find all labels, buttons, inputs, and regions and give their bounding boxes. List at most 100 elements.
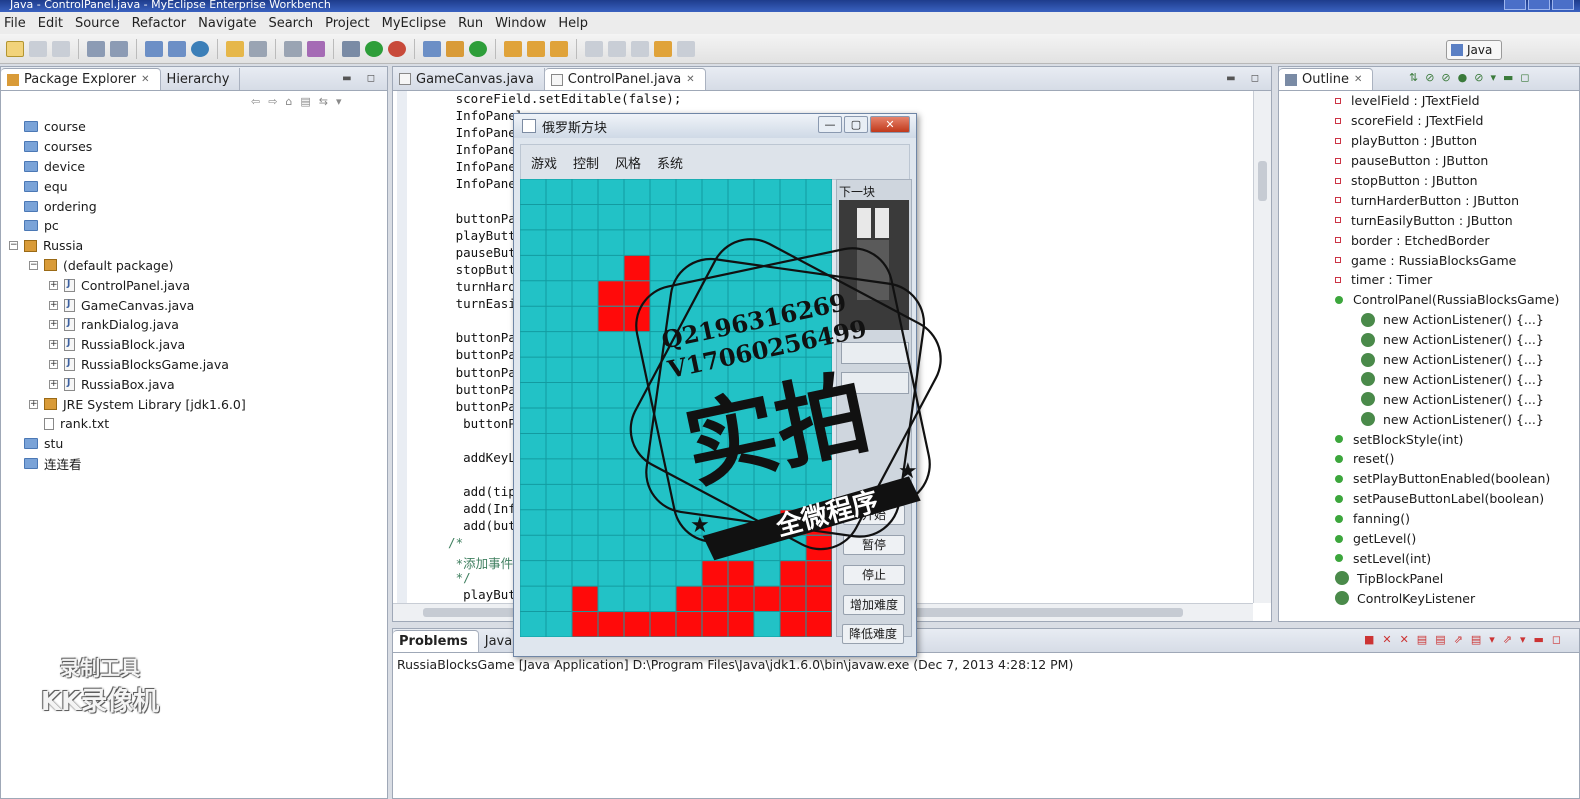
menu-item-run[interactable]: Run <box>454 16 491 31</box>
tetris-board[interactable] <box>519 178 833 638</box>
tab-hierarchy[interactable]: Hierarchy <box>161 68 241 90</box>
editor-vertical-scrollbar[interactable] <box>1253 91 1271 603</box>
console-toolbar[interactable]: ■✕✕▤▤⇗▤▾⇗▾▬◻ <box>1364 633 1569 646</box>
expand-toggle-icon[interactable]: + <box>49 379 58 389</box>
globe-icon[interactable] <box>191 40 209 57</box>
outline-item[interactable]: fanning() <box>1279 509 1579 529</box>
outline-item[interactable]: setPauseButtonLabel(boolean) <box>1279 489 1579 509</box>
tree-item[interactable]: device <box>1 157 387 177</box>
external-tools-icon[interactable] <box>284 40 302 57</box>
toggle-mark-icon[interactable] <box>585 40 603 57</box>
tree-item[interactable]: course <box>1 117 387 137</box>
menu-item-project[interactable]: Project <box>321 16 377 31</box>
previous-annotation-icon[interactable] <box>631 40 649 57</box>
print-icon[interactable] <box>249 40 267 57</box>
tree-item[interactable]: + rankDialog.java <box>1 315 387 335</box>
tetris-minimize-button[interactable]: — <box>818 116 842 133</box>
menu-item-myeclipse[interactable]: MyEclipse <box>378 16 455 31</box>
expand-toggle-icon[interactable]: + <box>49 320 58 330</box>
expand-toggle-icon[interactable]: + <box>49 340 58 350</box>
menu-item-file[interactable]: File <box>0 16 34 31</box>
easier-button-visible[interactable]: 降低难度 <box>842 624 904 644</box>
tree-item[interactable]: + RussiaBox.java <box>1 374 387 394</box>
outline-item[interactable]: levelField : JTextField <box>1279 91 1579 111</box>
tree-item[interactable]: rank.txt <box>1 414 387 434</box>
build-icon[interactable] <box>87 40 105 57</box>
outline-item[interactable]: new ActionListener() {...} <box>1279 369 1579 389</box>
settings-icon[interactable] <box>342 40 360 57</box>
outline-item[interactable]: border : EtchedBorder <box>1279 230 1579 250</box>
tree-item[interactable]: + JRE System Library [jdk1.6.0] <box>1 394 387 414</box>
outline-item[interactable]: new ActionListener() {...} <box>1279 350 1579 370</box>
new-java-project-icon[interactable] <box>423 40 441 57</box>
start-button[interactable]: 开始 <box>843 505 905 525</box>
tab-package-explorer[interactable]: Package Explorer ✕ <box>1 68 161 90</box>
outline-item[interactable]: setLevel(int) <box>1279 548 1579 568</box>
outline-item[interactable]: getLevel() <box>1279 529 1579 549</box>
tetris-window[interactable]: 俄罗斯方块 — ▢ ✕ 游戏 控制 风格 系统 下一块 开始 暂停 停止 增加难度 降… <box>513 113 917 657</box>
tetris-close-button[interactable]: ✕ <box>870 116 910 133</box>
tetris-menu-item[interactable]: 控制 <box>573 153 599 172</box>
tree-item[interactable]: + ControlPanel.java <box>1 275 387 295</box>
tab-gamecanvas[interactable]: GameCanvas.java <box>393 68 545 90</box>
menu-item-refactor[interactable]: Refactor <box>128 16 195 31</box>
next-annotation-icon[interactable] <box>608 40 626 57</box>
stop-button[interactable]: 停止 <box>843 565 905 585</box>
close-icon[interactable]: ✕ <box>141 74 149 85</box>
close-icon[interactable]: ✕ <box>1354 74 1362 85</box>
outline-item[interactable]: setPlayButtonEnabled(boolean) <box>1279 469 1579 489</box>
tab-problems[interactable]: Problems <box>393 630 479 652</box>
tetris-menu-item[interactable]: 游戏 <box>531 153 557 172</box>
menu-item-edit[interactable]: Edit <box>34 16 71 31</box>
view-controls[interactable]: ▬ ◻ <box>342 73 381 84</box>
java-perspective-button[interactable]: Java <box>1446 40 1502 60</box>
expand-toggle-icon[interactable]: + <box>49 280 58 290</box>
tree-item[interactable]: stu <box>1 434 387 454</box>
menu-item-window[interactable]: Window <box>491 16 554 31</box>
outline-item[interactable]: stopButton : JButton <box>1279 171 1579 191</box>
outline-item[interactable]: new ActionListener() {...} <box>1279 330 1579 350</box>
menu-item-search[interactable]: Search <box>264 16 321 31</box>
outline-item[interactable]: turnEasilyButton : JButton <box>1279 210 1579 230</box>
back-icon[interactable] <box>654 40 672 57</box>
tree-item[interactable]: courses <box>1 137 387 157</box>
outline-item[interactable]: pauseButton : JButton <box>1279 151 1579 171</box>
run-external-icon[interactable] <box>388 40 406 57</box>
debug-icon[interactable] <box>307 40 325 57</box>
tree-item[interactable]: + GameCanvas.java <box>1 295 387 315</box>
tree-item[interactable]: equ <box>1 176 387 196</box>
open-task-icon[interactable] <box>550 40 568 57</box>
run-icon[interactable] <box>365 40 383 57</box>
open-type-icon[interactable] <box>504 40 522 57</box>
open-folder-icon[interactable] <box>226 40 244 57</box>
save-icon[interactable] <box>29 40 47 57</box>
tree-item[interactable]: − (default package) <box>1 256 387 276</box>
outline-item[interactable]: game : RussiaBlocksGame <box>1279 250 1579 270</box>
menu-item-source[interactable]: Source <box>71 16 128 31</box>
new-class-icon[interactable] <box>469 40 487 57</box>
tab-controlpanel[interactable]: ControlPanel.java ✕ <box>544 68 706 90</box>
outline-item[interactable]: timer : Timer <box>1279 270 1579 290</box>
outline-item[interactable]: new ActionListener() {...} <box>1279 409 1579 429</box>
expand-toggle-icon[interactable]: − <box>9 241 18 251</box>
deploy-icon[interactable] <box>145 40 163 57</box>
forward-icon[interactable] <box>677 40 695 57</box>
outline-item[interactable]: setBlockStyle(int) <box>1279 429 1579 449</box>
expand-toggle-icon[interactable]: + <box>29 399 38 409</box>
tab-outline[interactable]: Outline ✕ <box>1279 68 1374 90</box>
menu-item-help[interactable]: Help <box>554 16 596 31</box>
expand-toggle-icon[interactable]: + <box>49 359 58 369</box>
harder-button[interactable]: 增加难度 <box>843 595 905 615</box>
outline-item[interactable]: turnHarderButton : JButton <box>1279 190 1579 210</box>
close-button[interactable] <box>1552 0 1574 10</box>
outline-item[interactable]: scoreField : JTextField <box>1279 111 1579 131</box>
outline-item[interactable]: ControlKeyListener <box>1279 588 1579 608</box>
pause-button[interactable]: 暂停 <box>843 535 905 555</box>
close-icon[interactable]: ✕ <box>686 74 694 85</box>
outline-item[interactable]: new ActionListener() {...} <box>1279 389 1579 409</box>
outline-item[interactable]: ControlPanel(RussiaBlocksGame) <box>1279 290 1579 310</box>
server-icon[interactable] <box>110 40 128 57</box>
new-package-icon[interactable] <box>446 40 464 57</box>
tree-item[interactable]: ordering <box>1 196 387 216</box>
tree-item[interactable]: + RussiaBlocksGame.java <box>1 355 387 375</box>
